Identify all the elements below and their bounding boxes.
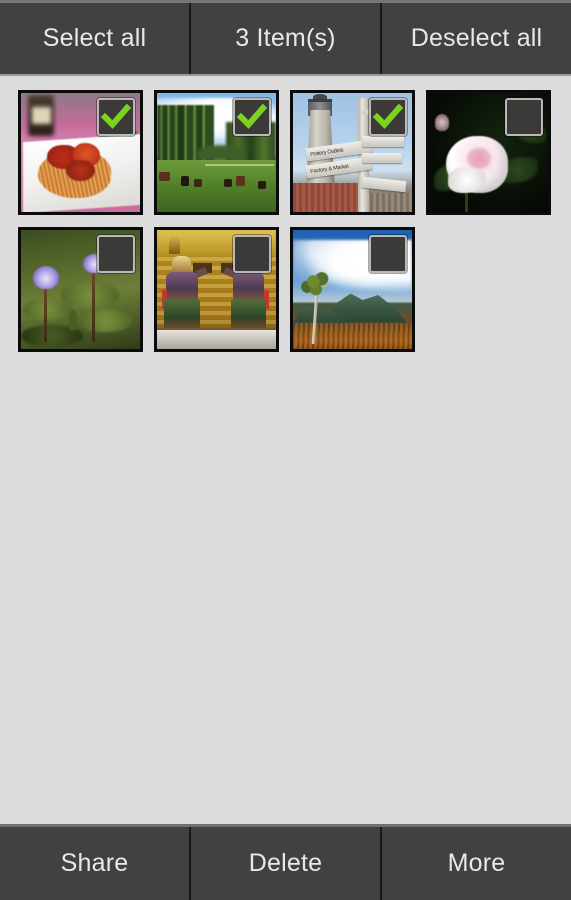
checkmark-icon — [372, 103, 404, 129]
checkmark-icon — [236, 103, 268, 129]
deselect-all-label: Deselect all — [410, 24, 543, 52]
photo-grid-scroll-area[interactable]: Pottery Outlets Factory & Market — [0, 76, 571, 824]
photo-grid-item[interactable] — [154, 90, 279, 215]
item-count-button[interactable]: 3 Item(s) — [189, 3, 380, 74]
photo-select-checkbox[interactable] — [233, 235, 271, 273]
photo-grid-item[interactable]: Pottery Outlets Factory & Market — [290, 90, 415, 215]
deselect-all-button[interactable]: Deselect all — [380, 3, 571, 74]
delete-label: Delete — [248, 849, 323, 877]
checkmark-icon — [100, 103, 132, 129]
photo-grid-item[interactable] — [154, 227, 279, 352]
gallery-multiselect-screen: Select all 3 Item(s) Deselect all Potter… — [0, 0, 571, 900]
photo-grid-item[interactable] — [18, 90, 143, 215]
delete-button[interactable]: Delete — [189, 827, 380, 900]
photo-select-checkbox[interactable] — [97, 235, 135, 273]
share-button[interactable]: Share — [0, 827, 189, 900]
bottom-action-bar: Share Delete More — [0, 824, 571, 900]
select-all-label: Select all — [42, 24, 147, 52]
item-count-label: 3 Item(s) — [235, 24, 336, 52]
photo-select-checkbox[interactable] — [233, 98, 271, 136]
photo-select-checkbox[interactable] — [369, 235, 407, 273]
more-button[interactable]: More — [380, 827, 571, 900]
photo-grid: Pottery Outlets Factory & Market — [0, 90, 571, 364]
more-label: More — [447, 849, 506, 877]
top-action-bar: Select all 3 Item(s) Deselect all — [0, 0, 571, 76]
photo-grid-item[interactable] — [290, 227, 415, 352]
photo-grid-item[interactable] — [426, 90, 551, 215]
photo-grid-item[interactable] — [18, 227, 143, 352]
photo-select-checkbox[interactable] — [369, 98, 407, 136]
photo-select-checkbox[interactable] — [97, 98, 135, 136]
share-label: Share — [60, 849, 129, 877]
select-all-button[interactable]: Select all — [0, 3, 189, 74]
photo-select-checkbox[interactable] — [505, 98, 543, 136]
